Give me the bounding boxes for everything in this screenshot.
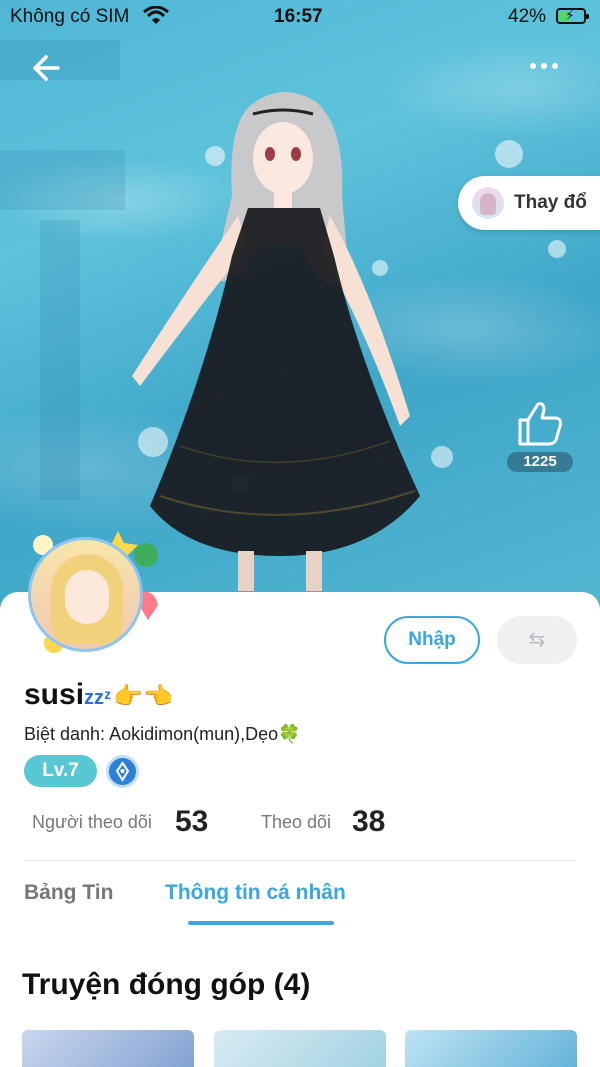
- active-tab-indicator: [188, 921, 334, 925]
- pen-nib-badge-icon[interactable]: [106, 755, 139, 788]
- story-card[interactable]: [22, 1030, 194, 1067]
- carrier-label: Không có SIM: [10, 6, 130, 27]
- arrow-left-icon: [33, 55, 60, 81]
- more-options-button[interactable]: [530, 56, 574, 80]
- status-bar: Không có SIM 16:57 42% ⚡: [0, 0, 600, 34]
- thumbs-up-icon: [518, 402, 562, 446]
- more-horizontal-icon-dot: [552, 63, 558, 69]
- battery-icon: ⚡: [556, 7, 589, 24]
- outfit-thumbnail: [472, 187, 504, 219]
- divider: [24, 860, 576, 861]
- story-card[interactable]: [214, 1030, 386, 1067]
- avatar: [28, 537, 143, 652]
- like-count: 1225: [507, 452, 573, 472]
- username-text: susi: [24, 678, 85, 711]
- more-horizontal-icon-dot: [541, 63, 547, 69]
- like-button[interactable]: [512, 398, 568, 448]
- character-avatar-illustration: [132, 92, 420, 591]
- swap-button[interactable]: ⇆: [497, 616, 577, 664]
- profile-avatar-frame[interactable]: [18, 525, 168, 660]
- wifi-icon: [143, 5, 169, 32]
- following-count[interactable]: 38: [352, 805, 385, 839]
- change-outfit-label: Thay đổ: [514, 192, 587, 213]
- followers-label[interactable]: Người theo dõi: [32, 812, 152, 833]
- following-label[interactable]: Theo dõi: [261, 812, 331, 833]
- level-badge[interactable]: Lv.7: [24, 755, 97, 787]
- username-emoji: 👉👈: [113, 683, 174, 710]
- username: susizzᶻ👉👈: [24, 678, 173, 712]
- followers-count[interactable]: 53: [175, 805, 208, 839]
- tab-personal-info[interactable]: Thông tin cá nhân: [165, 881, 346, 905]
- story-card[interactable]: [405, 1030, 577, 1067]
- enter-button[interactable]: Nhập: [384, 616, 480, 664]
- back-button[interactable]: [28, 50, 68, 86]
- tab-feed[interactable]: Bảng Tin: [24, 881, 113, 905]
- battery-percent: 42%: [508, 6, 547, 27]
- username-suffix: zzᶻ: [84, 687, 112, 709]
- clock: 16:57: [274, 6, 323, 27]
- more-horizontal-icon: [530, 63, 536, 69]
- swap-arrows-icon: ⇆: [528, 629, 546, 651]
- section-title: Truyện đóng góp (4): [22, 968, 311, 1001]
- nickname: Biệt danh: Aokidimon(mun),Dẹo🍀: [24, 724, 301, 744]
- change-outfit-button[interactable]: Thay đổ: [458, 176, 600, 230]
